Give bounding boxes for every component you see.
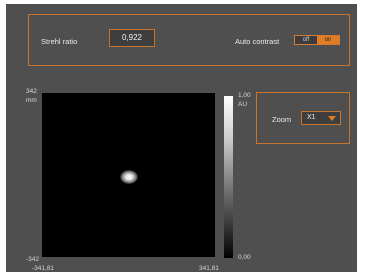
caret-down-icon[interactable] <box>328 116 336 121</box>
strehl-settings-box: Strehl ratio 0,922 Auto contrast off on <box>28 14 350 66</box>
zoom-label: Zoom <box>272 115 292 124</box>
toggle-on-option[interactable]: on <box>317 36 339 44</box>
colorbar-max-label: 1,00 <box>238 92 251 99</box>
toggle-off-option[interactable]: off <box>295 36 317 44</box>
intensity-colorbar <box>224 96 233 258</box>
psf-image <box>42 93 215 257</box>
colorbar-unit-label: AU <box>238 101 248 108</box>
x-axis-max-label: 341,81 <box>199 265 219 272</box>
auto-contrast-label: Auto contrast <box>235 37 280 46</box>
psf-spot <box>120 170 138 184</box>
x-axis-min-label: -341,81 <box>32 265 55 272</box>
y-axis-min-label: -342 <box>26 256 40 263</box>
strehl-ratio-label: Strehl ratio <box>41 37 78 46</box>
auto-contrast-toggle[interactable]: off on <box>294 35 340 45</box>
colorbar-min-label: 0,00 <box>238 254 251 261</box>
zoom-value: X1 <box>307 114 316 121</box>
zoom-box: Zoom X1 <box>256 92 350 144</box>
zoom-dropdown[interactable]: X1 <box>301 111 341 125</box>
psf-panel: Strehl ratio 0,922 Auto contrast off on … <box>6 4 357 272</box>
y-axis-max-label: 342 <box>26 88 37 95</box>
y-axis-unit-label: mm <box>26 97 37 104</box>
strehl-ratio-field[interactable]: 0,922 <box>109 29 155 47</box>
